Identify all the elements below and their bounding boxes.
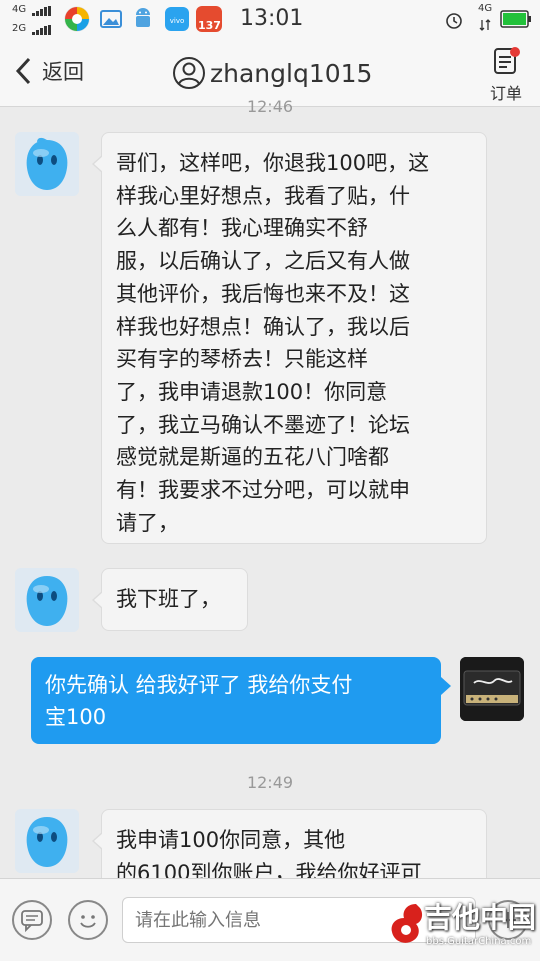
message-bubble-outgoing[interactable]: 你先确认 给我好评了 我给你支付 宝100 xyxy=(31,657,451,744)
app-badge: 137 xyxy=(198,19,221,32)
data-arrows-icon xyxy=(479,19,491,31)
timestamp: 12:49 xyxy=(246,773,294,792)
qq-penguin-avatar-icon xyxy=(15,809,79,873)
vivo-app-icon: vivo xyxy=(165,7,189,31)
back-label: 返回 xyxy=(42,60,84,84)
chat-bubble-icon xyxy=(21,910,43,933)
gallery-icon xyxy=(100,10,122,28)
smiley-icon xyxy=(80,915,96,928)
message-bubble-incoming[interactable]: 我下班了， xyxy=(92,568,248,631)
message-line: 哥们，这样吧，你退我100吧，这 xyxy=(116,151,430,175)
back-button[interactable]: 返回 xyxy=(12,56,84,86)
message-line: 请了， xyxy=(116,510,179,535)
android-icon xyxy=(136,8,150,27)
message-line: 我申请100你同意，其他 xyxy=(116,828,346,852)
user-icon xyxy=(173,57,205,89)
status-bar: 4G 2G vivo 137 13:01 4G xyxy=(0,0,540,40)
contact-name: zhanglq1015 xyxy=(210,58,373,88)
contact-avatar[interactable] xyxy=(15,132,79,196)
message-line: 其他评价，我后悔也来不及！这 xyxy=(116,281,410,306)
message-line: 有！我要求不过分吧，可以就申 xyxy=(116,478,410,503)
timestamp: 12:46 xyxy=(246,97,294,116)
network-type-bottom: 2G xyxy=(12,23,27,34)
message-bubble-incoming[interactable]: 哥们，这样吧，你退我100吧，这 样我心里好想点，我看了贴，什 么人都有！我心理… xyxy=(92,132,487,544)
qq-penguin-avatar-icon xyxy=(15,568,79,632)
signal-icon xyxy=(32,6,51,16)
message-line: 你先确认 给我好评了 我给你支付 xyxy=(45,673,353,697)
voice-message-button[interactable] xyxy=(12,900,52,940)
message-line: 么人都有！我心理确实不舒 xyxy=(116,216,368,241)
chevron-left-icon xyxy=(15,57,31,85)
alarm-icon xyxy=(446,13,462,29)
watermark-title: 吉他中国 xyxy=(424,901,537,934)
network-type-right: 4G xyxy=(478,3,493,14)
my-avatar[interactable] xyxy=(460,657,524,721)
clock: 13:01 xyxy=(240,6,304,31)
signal-icon-2 xyxy=(32,25,51,35)
message-line: 我下班了， xyxy=(116,587,221,611)
message-line: 买有字的琴桥去！只能这样 xyxy=(116,347,368,372)
watermark-url: bbs.GuitarChina.com xyxy=(426,936,532,947)
guitar-logo-icon xyxy=(391,904,423,943)
message-line: 服，以后确认了，之后又有人做 xyxy=(116,249,410,274)
message-line: 了，我申请退款100！你同意 xyxy=(116,379,388,404)
message-line: 样我也好想点！确认了，我以后 xyxy=(116,314,410,339)
message-line: 感觉就是斯逼的五花八门啥都 xyxy=(116,445,389,470)
contact-avatar[interactable] xyxy=(15,568,79,632)
contact-title[interactable]: zhanglq1015 xyxy=(172,56,372,90)
app-browser-icon xyxy=(64,6,90,32)
svg-text:vivo: vivo xyxy=(170,17,185,25)
message-line: 了，我立马确认不墨迹了！论坛 xyxy=(116,412,410,437)
emoji-button[interactable] xyxy=(68,900,108,940)
amplifier-avatar-icon xyxy=(460,657,524,721)
order-button[interactable]: 订单 xyxy=(486,46,526,104)
game-app-icon: 137 xyxy=(196,6,222,32)
qq-penguin-avatar-icon xyxy=(15,132,79,196)
contact-avatar[interactable] xyxy=(15,809,79,873)
message-line: 样我心里好想点，我看了贴，什 xyxy=(116,183,410,208)
battery-icon xyxy=(500,10,531,28)
order-list-icon xyxy=(494,47,520,74)
message-line: 宝100 xyxy=(45,705,107,729)
network-type-top: 4G xyxy=(12,4,27,15)
site-watermark: 吉他中国 bbs.GuitarChina.com xyxy=(386,892,540,960)
